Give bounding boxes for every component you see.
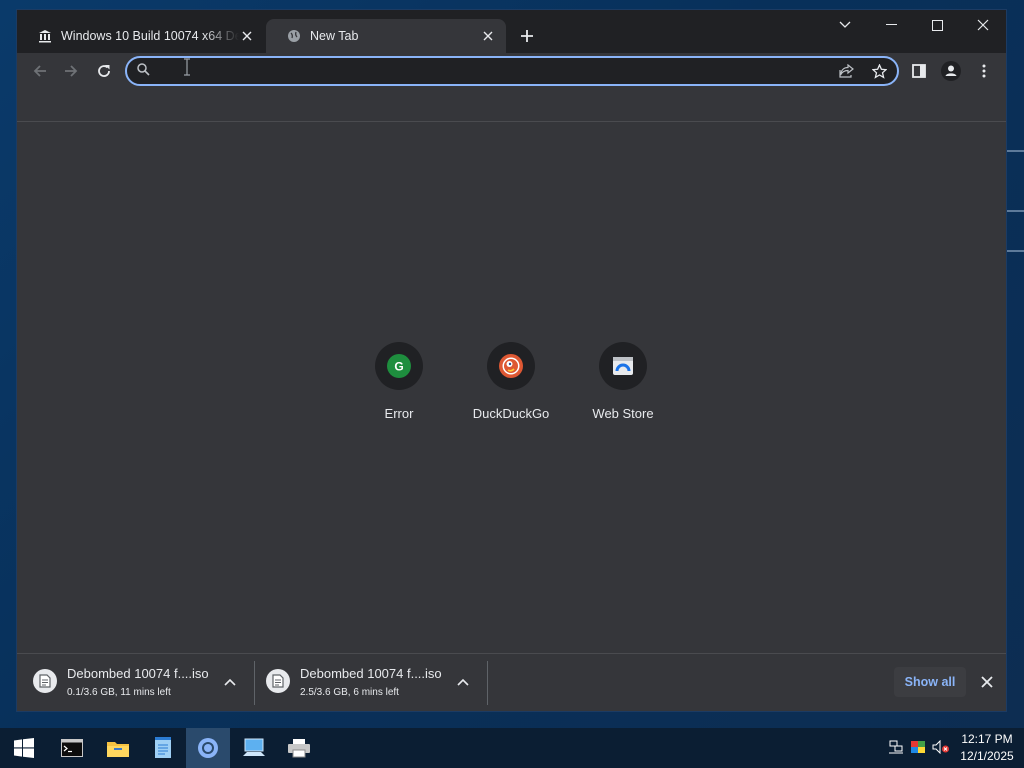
- taskbar: 12:17 PM 12/1/2025: [0, 728, 1024, 768]
- close-downloads-icon[interactable]: [977, 672, 997, 692]
- show-all-button[interactable]: Show all: [894, 667, 966, 697]
- shortcut-label: Error: [384, 406, 414, 421]
- color-display-icon[interactable]: [909, 738, 927, 756]
- start-icon[interactable]: [2, 728, 46, 768]
- download-item[interactable]: Debombed 10074 f....iso 2.5/3.6 GB, 6 mi…: [250, 654, 483, 710]
- bookmark-star-icon[interactable]: [869, 61, 889, 81]
- tab-new-tab[interactable]: New Tab: [266, 19, 506, 53]
- shortcut-web-store[interactable]: Web Store: [567, 342, 679, 442]
- shortcut-tile: [599, 342, 647, 390]
- side-panel-icon[interactable]: [906, 58, 932, 84]
- downloads-bar: Debombed 10074 f....iso 0.1/3.6 GB, 11 m…: [17, 653, 1006, 711]
- shortcut-tile: G: [375, 342, 423, 390]
- shortcut-label: Web Store: [592, 406, 654, 421]
- tab-close-icon[interactable]: [239, 28, 255, 44]
- remote-desktop-icon[interactable]: [232, 728, 276, 768]
- text-cursor-icon: [184, 58, 190, 76]
- download-item[interactable]: Debombed 10074 f....iso 0.1/3.6 GB, 11 m…: [17, 654, 250, 710]
- tab-search-chevron-icon[interactable]: [822, 10, 868, 40]
- desktop-edge-mark: [1006, 150, 1024, 152]
- shortcut-duckduckgo[interactable]: DuckDuckGo: [455, 342, 567, 442]
- divider: [487, 661, 488, 705]
- globe-icon: [286, 28, 302, 44]
- back-arrow-icon[interactable]: [27, 58, 53, 84]
- tab-strip: Windows 10 Build 10074 x64 Del New Tab: [17, 10, 1006, 53]
- tab-title: New Tab: [310, 29, 359, 43]
- search-icon: [137, 63, 150, 81]
- tab-windows-10-build[interactable]: Windows 10 Build 10074 x64 Del: [17, 19, 265, 53]
- volume-muted-icon[interactable]: [932, 738, 950, 756]
- new-tab-plus-icon[interactable]: [517, 26, 537, 46]
- library-icon: [37, 28, 53, 44]
- reload-icon[interactable]: [91, 58, 117, 84]
- clock-time: 12:17 PM: [961, 732, 1013, 746]
- download-status: 2.5/3.6 GB, 6 mins left: [300, 687, 399, 698]
- terminal-icon[interactable]: [50, 728, 94, 768]
- g-letter-icon: G: [387, 354, 411, 378]
- network-icon[interactable]: [887, 738, 905, 756]
- close-window-icon[interactable]: [960, 10, 1006, 40]
- address-bar[interactable]: [125, 56, 899, 86]
- g-letter: G: [394, 360, 403, 374]
- shortcut-tile: [487, 342, 535, 390]
- desktop-edge-mark: [1006, 250, 1024, 252]
- printer-icon[interactable]: [277, 728, 321, 768]
- tab-title: Windows 10 Build 10074 x64 Del: [61, 29, 239, 43]
- minimize-icon[interactable]: [868, 10, 914, 40]
- browser-window: Windows 10 Build 10074 x64 Del New Tab G…: [17, 10, 1006, 711]
- web-store-icon: [613, 357, 633, 375]
- system-clock[interactable]: 12:17 PM 12/1/2025: [956, 731, 1018, 765]
- file-explorer-icon[interactable]: [96, 728, 140, 768]
- chrome-icon[interactable]: [186, 728, 230, 768]
- download-name: Debombed 10074 f....iso: [300, 666, 442, 681]
- more-menu-icon[interactable]: [971, 58, 997, 84]
- file-icon: [266, 669, 290, 693]
- maximize-icon[interactable]: [914, 10, 960, 40]
- bookmark-bar: [17, 89, 1006, 122]
- notepad-icon[interactable]: [141, 728, 185, 768]
- duckduckgo-icon: [499, 354, 523, 378]
- chevron-up-icon[interactable]: [454, 673, 472, 691]
- desktop-edge-mark: [1006, 210, 1024, 212]
- file-icon: [33, 669, 57, 693]
- shortcut-label: DuckDuckGo: [472, 406, 550, 421]
- chevron-up-icon[interactable]: [221, 673, 239, 691]
- address-input[interactable]: [159, 60, 823, 84]
- profile-avatar-icon[interactable]: [938, 58, 964, 84]
- download-name: Debombed 10074 f....iso: [67, 666, 209, 681]
- download-status: 0.1/3.6 GB, 11 mins left: [67, 687, 171, 698]
- clock-date: 12/1/2025: [960, 749, 1014, 763]
- tab-close-icon[interactable]: [480, 28, 496, 44]
- forward-arrow-icon[interactable]: [58, 58, 84, 84]
- shortcut-error[interactable]: G Error: [343, 342, 455, 442]
- share-icon[interactable]: [837, 61, 857, 81]
- new-tab-page: G Error DuckDuckGo Web Store: [17, 122, 1006, 653]
- toolbar: [17, 53, 1006, 89]
